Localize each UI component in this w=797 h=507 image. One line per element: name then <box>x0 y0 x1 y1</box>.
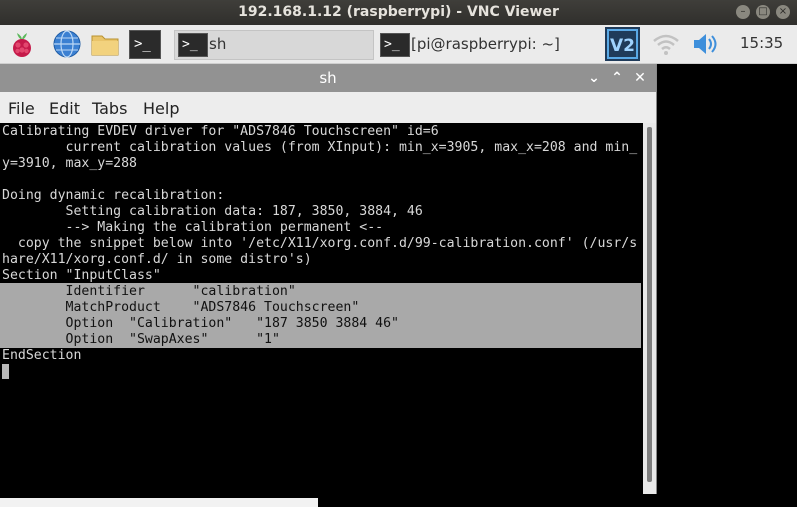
menu-bar: File Edit Tabs Help <box>0 92 656 123</box>
task-label: [pi@raspberrypi: ~] <box>411 35 560 53</box>
raspberry-menu-icon[interactable] <box>6 28 38 60</box>
terminal-output[interactable]: Calibrating EVDEV driver for "ADS7846 To… <box>0 123 643 494</box>
menu-edit[interactable]: Edit <box>49 99 80 118</box>
selected-line: Option "SwapAxes" "1" <box>2 332 280 347</box>
output-line: hare/X11/xorg.conf.d/ in some distro's) <box>2 252 312 267</box>
menu-help[interactable]: Help <box>143 99 179 118</box>
text-selection[interactable]: Identifier "calibration" MatchProduct "A… <box>0 283 641 348</box>
output-line: --> Making the calibration permanent <-- <box>2 220 384 235</box>
minimize-icon[interactable]: ⌄ <box>584 68 604 88</box>
vnc-maximize-button[interactable]: □ <box>756 5 770 19</box>
output-line: Setting calibration data: 187, 3850, 388… <box>2 204 423 219</box>
terminal-icon: >_ <box>178 33 208 57</box>
svg-text:V2: V2 <box>610 36 635 56</box>
terminal-launcher-icon[interactable]: >_ <box>129 30 161 59</box>
close-icon[interactable]: ✕ <box>630 68 650 88</box>
terminal-icon: >_ <box>380 33 410 57</box>
menu-file[interactable]: File <box>8 99 35 118</box>
selected-line: Option "Calibration" "187 3850 3884 46" <box>2 316 399 331</box>
menu-tabs[interactable]: Tabs <box>92 99 127 118</box>
output-line: y=3910, max_y=288 <box>2 156 137 171</box>
task-label: sh <box>209 35 227 53</box>
maximize-icon[interactable]: ⌃ <box>607 68 627 88</box>
vnc-window-title: 192.168.1.12 (raspberrypi) - VNC Viewer <box>238 4 559 20</box>
scrollbar[interactable] <box>643 123 656 494</box>
volume-icon[interactable] <box>690 28 722 60</box>
task-sh[interactable]: >_ sh <box>174 30 374 60</box>
output-line: Section "InputClass" <box>2 268 161 283</box>
wifi-icon[interactable] <box>650 28 682 60</box>
output-line: Doing dynamic recalibration: <box>2 188 225 203</box>
vnc-close-button[interactable]: × <box>776 5 790 19</box>
output-line: copy the snippet below into '/etc/X11/xo… <box>2 236 638 251</box>
taskbar: >_ >_ sh >_ [pi@raspberrypi: ~] V2 15:35 <box>0 25 797 64</box>
scrollbar-thumb[interactable] <box>647 127 652 482</box>
selected-line: Identifier "calibration" <box>2 284 296 299</box>
vnc-server-icon[interactable]: V2 <box>605 27 640 61</box>
text-cursor <box>2 364 9 379</box>
terminal-titlebar[interactable]: sh ⌄ ⌃ ✕ <box>0 64 656 92</box>
terminal-title: sh <box>319 69 337 87</box>
terminal-window: sh ⌄ ⌃ ✕ File Edit Tabs Help Calibrating… <box>0 64 657 494</box>
output-line: EndSection <box>2 348 82 363</box>
task-pi-terminal[interactable]: >_ [pi@raspberrypi: ~] <box>376 30 603 60</box>
clock: 15:35 <box>740 34 784 52</box>
web-browser-icon[interactable] <box>51 28 83 60</box>
selected-line: MatchProduct "ADS7846 Touchscreen" <box>2 300 360 315</box>
vnc-titlebar: 192.168.1.12 (raspberrypi) - VNC Viewer … <box>0 0 797 25</box>
file-manager-icon[interactable] <box>89 28 121 60</box>
output-line: current calibration values (from XInput)… <box>2 140 638 155</box>
vnc-bottom-bar <box>0 498 318 507</box>
output-line: Calibrating EVDEV driver for "ADS7846 To… <box>2 124 439 139</box>
vnc-minimize-button[interactable]: – <box>736 5 750 19</box>
